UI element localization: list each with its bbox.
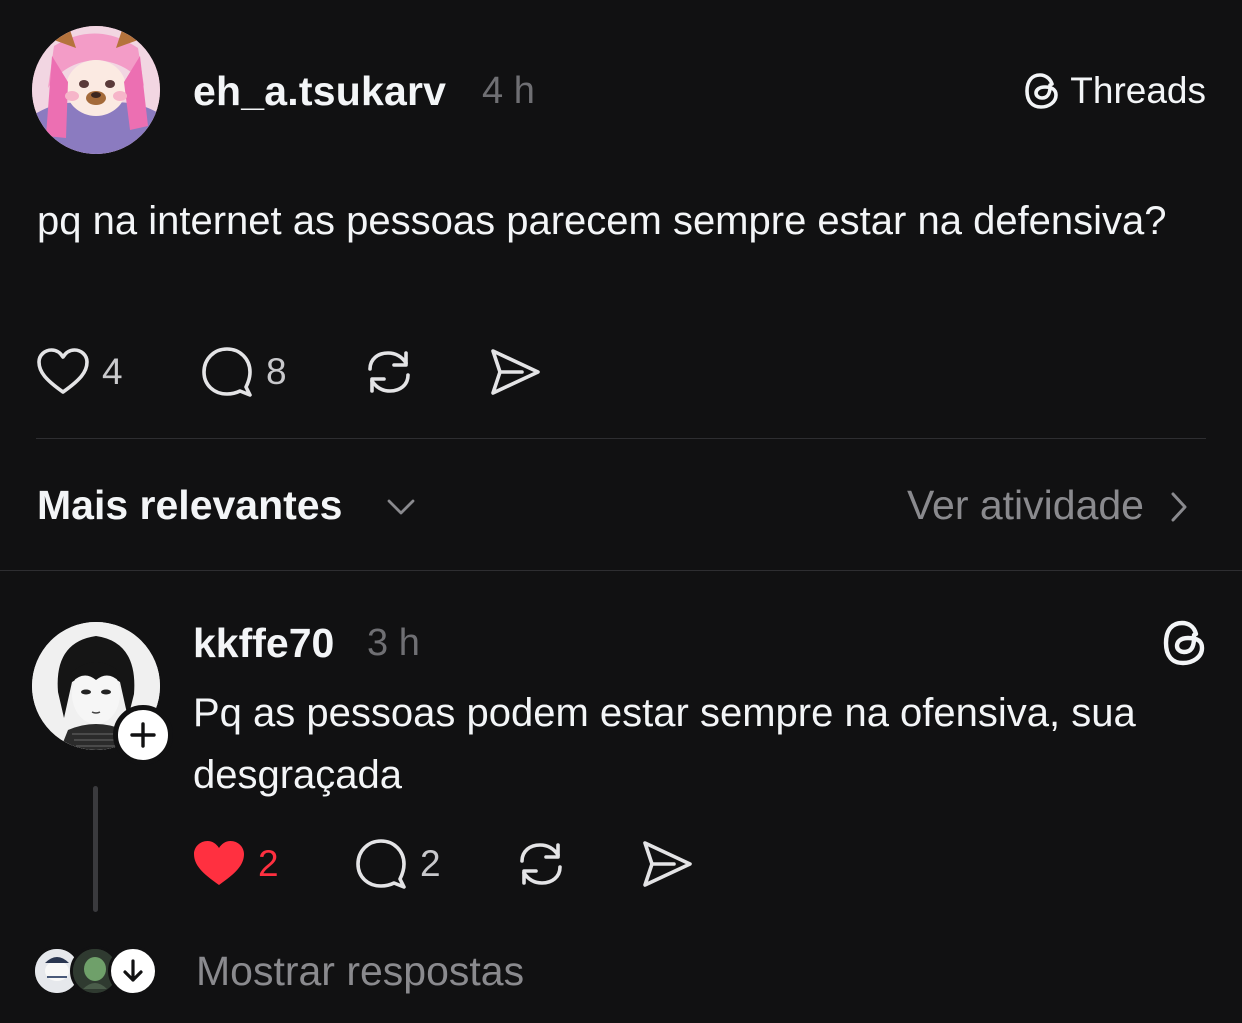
heart-icon (37, 348, 89, 394)
divider (36, 438, 1206, 439)
comment-count: 8 (266, 351, 287, 392)
reply-avatars-stack[interactable] (32, 946, 162, 996)
repost-button[interactable] (514, 836, 568, 892)
follow-button[interactable] (113, 705, 173, 765)
threads-logo-icon[interactable] (1162, 618, 1208, 668)
post-timestamp: 4 h (482, 70, 535, 112)
share-button[interactable] (640, 836, 694, 892)
thread-connector-line (93, 786, 98, 912)
comment-button[interactable]: 8 (200, 344, 287, 400)
send-icon (491, 349, 540, 395)
threads-brand-label: Threads (1070, 70, 1206, 111)
like-button[interactable]: 4 (36, 344, 123, 400)
reply-timestamp: 3 h (367, 622, 420, 664)
threads-post-page: eh_a.tsukarv 4 h Threads pq na internet … (0, 0, 1242, 1023)
reply-author-username[interactable]: kkffe70 (193, 620, 334, 667)
chevron-down-icon[interactable] (386, 492, 416, 522)
reply-text: Pq as pessoas podem estar sempre na ofen… (193, 691, 1136, 797)
expand-replies-icon-container (108, 946, 158, 996)
arrow-down-icon (123, 959, 143, 982)
comment-count: 2 (420, 843, 441, 884)
like-count: 4 (102, 351, 123, 392)
threads-logo-icon (1025, 73, 1059, 109)
repost-button[interactable] (362, 344, 416, 400)
share-button[interactable] (488, 344, 542, 400)
like-count: 2 (258, 843, 279, 884)
repost-icon (368, 351, 410, 393)
plus-icon (130, 722, 156, 748)
sort-dropdown[interactable]: Mais relevantes (37, 482, 342, 529)
comment-bubble-icon (356, 839, 406, 889)
author-avatar[interactable] (32, 26, 160, 154)
comment-button[interactable]: 2 (354, 836, 441, 892)
post-text: pq na internet as pessoas parecem sempre… (37, 199, 1167, 243)
avatar-illustration (32, 26, 160, 154)
threads-brand[interactable]: Threads (1024, 68, 1206, 114)
author-username[interactable]: eh_a.tsukarv (193, 68, 446, 115)
heart-filled-icon (194, 841, 244, 885)
chevron-right-icon[interactable] (1168, 490, 1190, 524)
send-icon (643, 841, 692, 887)
view-activity-link[interactable]: Ver atividade (907, 482, 1144, 529)
like-button[interactable]: 2 (192, 836, 279, 892)
comment-bubble-icon (202, 347, 252, 397)
divider (0, 570, 1242, 571)
show-replies-link[interactable]: Mostrar respostas (196, 948, 524, 995)
repost-icon (520, 843, 562, 885)
